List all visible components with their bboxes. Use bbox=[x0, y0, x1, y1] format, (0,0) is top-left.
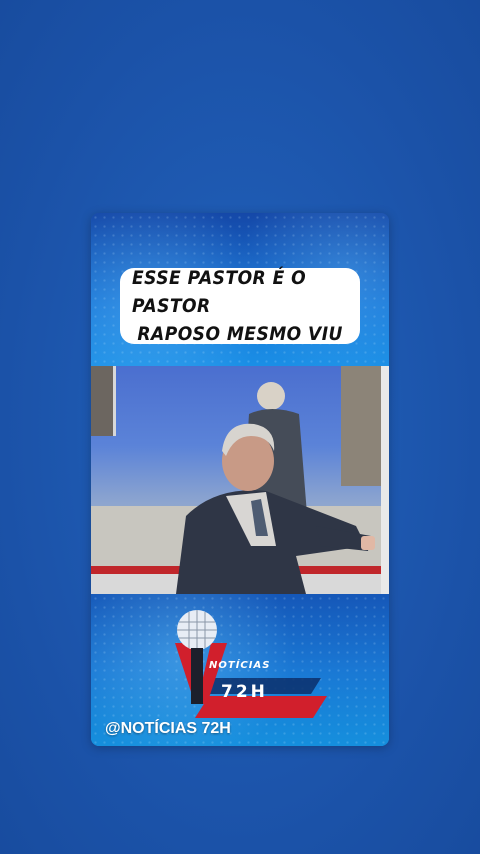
bottom-banner: NOTÍCIAS 72H @NOTÍCIAS 72H bbox=[91, 594, 389, 746]
video-post-card[interactable]: ESSE PASTOR É O PASTOR RAPOSO MESMO VIU bbox=[91, 213, 389, 746]
logo-name-bottom: 72H bbox=[221, 682, 268, 702]
logo-name-top: NOTÍCIAS bbox=[209, 660, 271, 671]
caption-line-1: ESSE PASTOR É O PASTOR bbox=[132, 267, 307, 317]
video-frame[interactable] bbox=[91, 366, 389, 594]
presenter bbox=[176, 423, 375, 594]
top-banner: ESSE PASTOR É O PASTOR RAPOSO MESMO VIU bbox=[91, 213, 389, 366]
studio-screen-left bbox=[91, 366, 116, 436]
caption-line-2: RAPOSO MESMO VIU bbox=[137, 323, 343, 345]
channel-handle[interactable]: @NOTÍCIAS 72H bbox=[105, 720, 231, 738]
studio-wall bbox=[381, 366, 389, 594]
caption-box: ESSE PASTOR É O PASTOR RAPOSO MESMO VIU bbox=[120, 267, 360, 345]
page-background: ESSE PASTOR É O PASTOR RAPOSO MESMO VIU bbox=[0, 0, 480, 854]
